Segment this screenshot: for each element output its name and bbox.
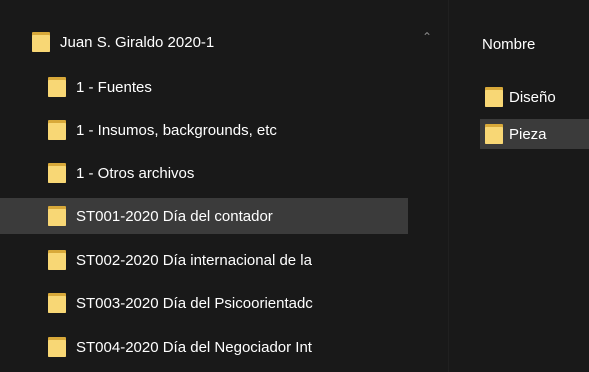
tree-item-st003[interactable]: ST003-2020 Día del Psicoorientadc — [48, 285, 390, 321]
tree-item-insumos[interactable]: 1 - Insumos, backgrounds, etc — [48, 112, 408, 148]
folder-icon — [485, 124, 503, 144]
tree-item-label: ST004-2020 Día del Negociador Int — [76, 338, 312, 356]
navigation-pane[interactable]: Juan S. Giraldo 2020-1 ⌃ 1 - Fuentes 1 -… — [0, 0, 448, 372]
folder-icon — [48, 206, 66, 226]
folder-icon — [32, 32, 50, 52]
folder-icon — [48, 337, 66, 357]
list-item-label: Pieza — [509, 125, 547, 143]
tree-item-otros-archivos[interactable]: 1 - Otros archivos — [48, 155, 408, 191]
tree-item-st002[interactable]: ST002-2020 Día internacional de la — [48, 242, 390, 278]
content-pane[interactable]: Nombre Diseño Pieza — [449, 0, 589, 372]
tree-item-label: ST002-2020 Día internacional de la — [76, 251, 312, 269]
list-item-diseno[interactable]: Diseño — [480, 82, 589, 112]
folder-icon — [48, 163, 66, 183]
tree-item-label: Juan S. Giraldo 2020-1 — [60, 33, 215, 51]
column-header-name[interactable]: Nombre — [482, 36, 535, 53]
list-item-pieza[interactable]: Pieza — [480, 119, 589, 149]
folder-icon — [48, 293, 66, 313]
folder-icon — [485, 87, 503, 107]
tree-item-label: ST001-2020 Día del contador — [76, 207, 273, 225]
folder-icon — [48, 120, 66, 140]
tree-item-label: 1 - Insumos, backgrounds, etc — [76, 121, 277, 139]
tree-item-fuentes[interactable]: 1 - Fuentes — [48, 69, 408, 105]
tree-item-st004[interactable]: ST004-2020 Día del Negociador Int — [48, 329, 390, 365]
tree-item-root[interactable]: Juan S. Giraldo 2020-1 — [32, 24, 432, 60]
file-explorer-window: Juan S. Giraldo 2020-1 ⌃ 1 - Fuentes 1 -… — [0, 0, 589, 372]
tree-item-label: 1 - Otros archivos — [76, 164, 195, 182]
tree-item-label: ST003-2020 Día del Psicoorientadc — [76, 294, 313, 312]
tree-item-st001[interactable]: ST001-2020 Día del contador — [0, 198, 408, 234]
chevron-up-icon[interactable]: ⌃ — [420, 30, 434, 44]
tree-item-label: 1 - Fuentes — [76, 78, 152, 96]
folder-icon — [48, 250, 66, 270]
list-item-label: Diseño — [509, 88, 556, 106]
folder-icon — [48, 77, 66, 97]
